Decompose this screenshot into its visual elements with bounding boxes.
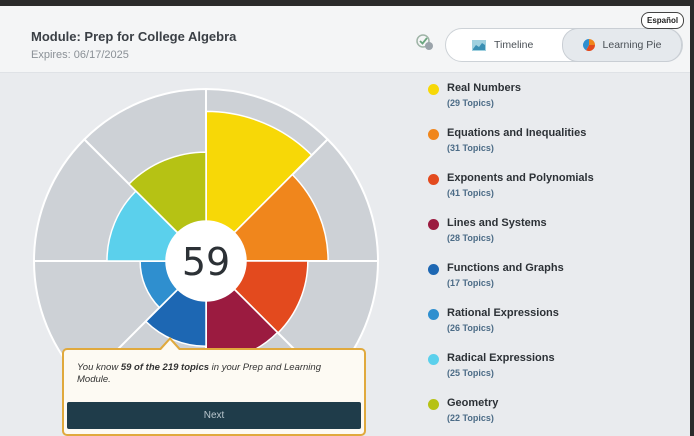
legend-color-dot (428, 264, 439, 275)
tooltip-message: You know 59 of the 219 topics in your Pr… (77, 362, 357, 386)
check-icon (416, 34, 433, 50)
legend-item-name: Rational Expressions (447, 307, 559, 319)
legend-color-dot (428, 219, 439, 230)
tab-learning-pie[interactable]: Learning Pie (562, 28, 682, 62)
legend-item-name: Geometry (447, 397, 499, 409)
legend-item-count: (25 Topics) (447, 368, 494, 378)
legend-item-count: (41 Topics) (447, 188, 494, 198)
tooltip-highlight: 59 of the 219 topics (120, 362, 210, 373)
legend-item-count: (31 Topics) (447, 143, 494, 153)
timeline-icon (472, 39, 486, 51)
legend-item-count: (28 Topics) (447, 233, 494, 243)
learning-pie-panel: Module: Prep for College Algebra Expires… (0, 6, 690, 436)
legend-color-dot (428, 129, 439, 140)
legend-color-dot (428, 174, 439, 185)
tooltip-arrow-fill (161, 340, 179, 350)
known-topics-count: 59 (182, 240, 230, 284)
view-toggle: Timeline Learning Pie (445, 28, 683, 62)
legend-color-dot (428, 399, 439, 410)
tooltip-prefix: You know (77, 362, 121, 373)
tab-timeline-label: Timeline (494, 39, 534, 51)
legend-item-count: (26 Topics) (447, 323, 494, 333)
legend-item-count: (17 Topics) (447, 278, 494, 288)
tab-learning-pie-label: Learning Pie (602, 39, 662, 51)
legend-item-name: Functions and Graphs (447, 262, 564, 274)
legend-item-name: Lines and Systems (447, 217, 547, 229)
legend-color-dot (428, 354, 439, 365)
expiration-date: Expires: 06/17/2025 (31, 49, 129, 61)
legend-item-name: Real Numbers (447, 82, 521, 94)
legend-color-dot (428, 84, 439, 95)
legend-item-count: (22 Topics) (447, 413, 494, 423)
legend-item-name: Radical Expressions (447, 352, 555, 364)
progress-tooltip: You know 59 of the 219 topics in your Pr… (62, 348, 366, 436)
legend-item-count: (29 Topics) (447, 98, 494, 108)
legend-color-dot (428, 309, 439, 320)
pie-chart-icon (582, 39, 595, 51)
module-title: Module: Prep for College Algebra (31, 29, 237, 44)
tab-timeline[interactable]: Timeline (472, 29, 533, 61)
language-button[interactable]: Español (641, 12, 685, 29)
next-button[interactable]: Next (67, 402, 361, 429)
legend-item-name: Exponents and Polynomials (447, 172, 594, 184)
header-bar: Module: Prep for College Algebra Expires… (0, 6, 690, 73)
legend-item-name: Equations and Inequalities (447, 127, 587, 139)
